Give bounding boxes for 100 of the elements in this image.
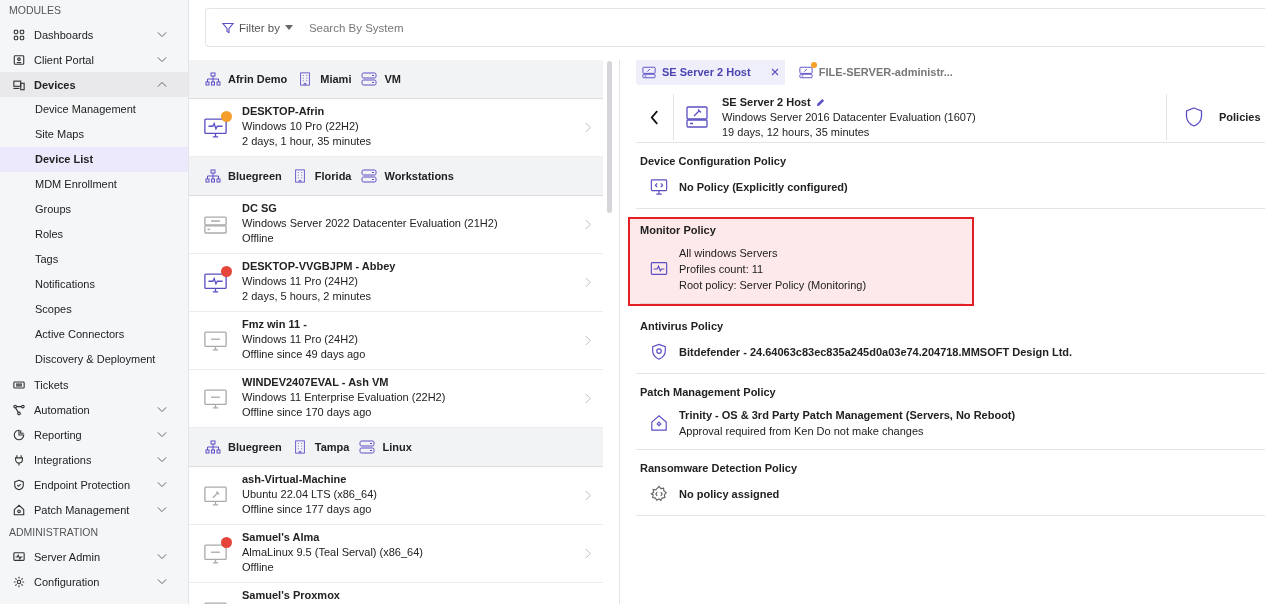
grid-icon — [13, 28, 25, 41]
server-icon — [361, 169, 378, 183]
nav-subitem[interactable]: Device Management — [0, 97, 188, 122]
device-status: Offline — [242, 561, 275, 573]
client-name: Bluegreen — [228, 170, 282, 182]
gear-code-icon — [650, 485, 668, 503]
policy-detail: Root policy: Server Policy (Monitoring) — [679, 279, 867, 291]
nav-subitem[interactable]: Active Connectors — [0, 322, 188, 347]
policy-detail: Profiles count: 11 — [679, 263, 765, 275]
pie-chart-icon — [13, 428, 25, 441]
pulse-monitor-icon — [650, 260, 668, 278]
device-row[interactable]: Fmz win 11 - Windows 11 Pro (24H2) Offline since 49 days ago — [189, 312, 603, 370]
server-wrench-icon — [686, 106, 708, 128]
chevron-right-icon — [585, 548, 591, 559]
device-os: Windows 11 Enterprise Evaluation (22H2) — [242, 391, 447, 403]
device-row[interactable]: ash-Virtual-Machine Ubuntu 22.04 LTS (x86_64) Offline since 177 days ago — [189, 467, 603, 525]
device-os: Ubuntu 22.04 LTS (x86_64) — [242, 488, 378, 500]
server-wrench-icon — [642, 65, 656, 79]
section-heading: MODULES — [8, 3, 62, 18]
chevron-left-icon — [650, 109, 659, 125]
chevron-right-icon — [585, 219, 591, 230]
device-name: WINDEV2407EVAL - Ash VM — [242, 376, 390, 388]
nav-item[interactable]: Endpoint Protection — [0, 472, 188, 497]
site-name: Miami — [320, 73, 352, 85]
hierarchy-icon — [205, 72, 221, 86]
client-name: Afrin Demo — [228, 73, 288, 85]
policy-detail: All windows Servers — [679, 247, 779, 259]
device-os: Windows Server 2016 Datacenter Evaluation (1607) — [722, 111, 977, 123]
device-status: Offline since 177 days ago — [242, 503, 373, 515]
nav-item[interactable]: Client Portal — [0, 47, 188, 72]
policy-detail: Bitdefender - 24.64063c83ec835a245d0a03e74.204718.MMSOFT Design Ltd. — [679, 346, 1073, 358]
nav-subitem[interactable]: Scopes — [0, 297, 188, 322]
nav-subitem[interactable]: Site Maps — [0, 122, 188, 147]
pulse-monitor-icon — [13, 550, 25, 563]
policy-title: Device Configuration Policy — [640, 155, 788, 167]
hierarchy-icon — [205, 440, 221, 454]
nav-item[interactable]: Patch Management — [0, 497, 188, 522]
nav-subitem[interactable]: Discovery & Deployment — [0, 347, 188, 372]
house-icon — [13, 503, 25, 516]
nav-subitem[interactable]: Roles — [0, 222, 188, 247]
nav-item[interactable]: Integrations — [0, 447, 188, 472]
device-name: DESKTOP-Afrin — [242, 105, 326, 117]
close-icon[interactable] — [770, 68, 779, 76]
filter-dropdown[interactable]: Filter by — [218, 19, 297, 36]
nav-item[interactable]: Devices — [0, 72, 188, 97]
nav-subitem[interactable]: Device List — [0, 147, 188, 172]
device-row[interactable]: DC SG Windows Server 2022 Datacenter Evaluation (21H2) Offline — [189, 196, 603, 254]
section-heading: ADMINISTRATION — [8, 525, 100, 540]
device-os: Windows 11 Pro (24H2) — [242, 275, 359, 287]
policy-title: Monitor Policy — [640, 224, 717, 236]
nav-subitem[interactable]: Tags — [0, 247, 188, 272]
device-uptime: 19 days, 12 hours, 35 minutes — [722, 126, 871, 138]
device-name: Fmz win 11 - — [242, 318, 308, 330]
hierarchy-icon — [205, 169, 221, 183]
nav-item[interactable]: Tickets — [0, 372, 188, 397]
nav-item[interactable]: Reporting — [0, 422, 188, 447]
device-status: Offline since 49 days ago — [242, 348, 367, 360]
policy-detail: Approval required from Ken Do not make changes — [679, 425, 925, 437]
device-status: 2 days, 5 hours, 2 minutes — [242, 290, 372, 302]
nav-item[interactable]: Server Admin — [0, 544, 188, 569]
server-icon — [361, 72, 378, 86]
policy-detail: No policy assigned — [679, 488, 780, 500]
section-label: Policies — [1219, 111, 1261, 123]
ticket-icon — [13, 378, 25, 391]
device-os: Windows 10 Pro (22H2) — [242, 120, 360, 132]
device-tab[interactable]: SE Server 2 Host — [636, 60, 785, 85]
chevron-right-icon — [585, 490, 591, 501]
id-card-icon — [13, 53, 25, 66]
device-os: Windows 11 Pro (24H2) — [242, 333, 359, 345]
nav-item[interactable]: Configuration — [0, 569, 188, 594]
filter-icon — [222, 21, 234, 34]
nav-subitem[interactable]: Groups — [0, 197, 188, 222]
chevron-right-icon — [585, 277, 591, 288]
nav-item[interactable]: Automation — [0, 397, 188, 422]
group-name: Linux — [382, 441, 412, 453]
scrollbar-thumb[interactable] — [607, 61, 612, 213]
gear-icon — [13, 575, 25, 588]
search-bar[interactable]: Filter by Search By System — [205, 8, 1265, 47]
nav-item[interactable]: Dashboards — [0, 22, 188, 47]
device-name: Samuel's Proxmox — [242, 589, 341, 601]
chevron-right-icon — [585, 335, 591, 346]
shield-check-icon — [13, 478, 25, 491]
device-row[interactable]: Samuel's Alma AlmaLinux 9.5 (Teal Serval) (x86_64) Offline — [189, 525, 603, 583]
nav-subitem[interactable]: Notifications — [0, 272, 188, 297]
client-name: Bluegreen — [228, 441, 282, 453]
device-tab[interactable]: FILE-SERVER-administr... — [792, 60, 959, 85]
device-name: ash-Virtual-Machine — [242, 473, 348, 485]
device-row[interactable]: Samuel's Proxmox — [189, 583, 603, 604]
nav-subitem[interactable]: MDM Enrollment — [0, 172, 188, 197]
policy-title: Antivirus Policy — [640, 320, 725, 332]
pencil-icon[interactable] — [815, 97, 825, 107]
site-name: Florida — [314, 170, 352, 182]
chevron-right-icon — [585, 122, 591, 133]
nodes-icon — [13, 403, 25, 416]
policy-title: Patch Management Policy — [640, 386, 777, 398]
chevron-right-icon — [585, 393, 591, 404]
code-monitor-icon — [650, 178, 668, 196]
policy-title: Ransomware Detection Policy — [640, 462, 799, 474]
device-os: Windows Server 2022 Datacenter Evaluation (21H2) — [242, 217, 499, 229]
device-row[interactable]: DESKTOP-VVGBJPM - Abbey Windows 11 Pro (24H2) 2 days, 5 hours, 2 minutes — [189, 254, 603, 312]
